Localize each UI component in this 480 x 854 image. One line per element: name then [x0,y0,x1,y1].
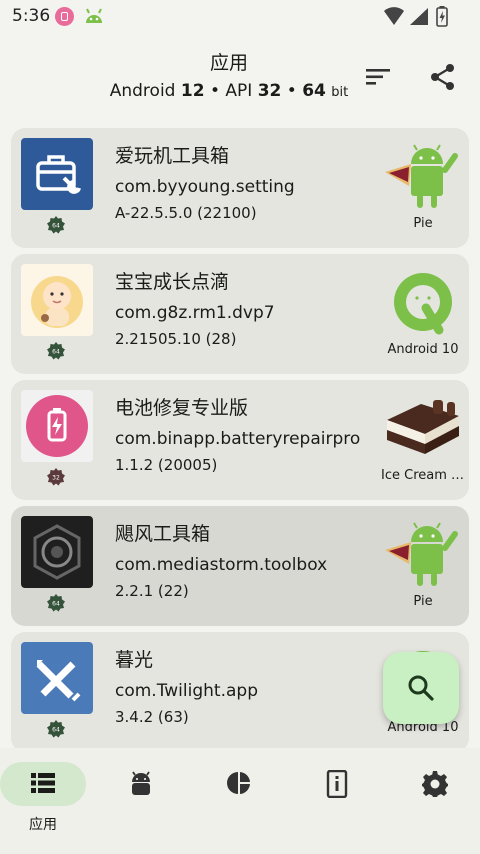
api-prefix: API [225,81,253,101]
package-name: com.binapp.batteryrepairpro [115,429,361,449]
nav-item-settings[interactable] [384,748,480,854]
target-sdk-label: Pie [413,594,433,609]
package-name: com.Twilight.app [115,681,258,701]
pie-chart-icon [227,772,250,794]
app-name: 飓风工具箱 [115,523,211,545]
app-version: 1.1.2 (20005) [115,456,218,474]
svg-text:64: 64 [52,601,60,608]
package-name: com.mediastorm.toolbox [115,555,328,575]
target-sdk-label: Ice Cream Sandwich [381,468,465,483]
nav-item-device-info[interactable] [288,748,384,854]
target-sdk-label: Android 10 [387,342,459,357]
app-list-item[interactable]: 64 爱玩机工具箱 com.byyoung.setting A-22.5.5.0… [11,128,469,248]
app-version: 2.2.1 (22) [115,582,189,600]
nav-item-android[interactable] [96,748,192,854]
baby-icon [21,264,93,336]
lens-icon [21,516,93,588]
status-bar: 5:36 [0,0,480,34]
device-info-icon [326,770,348,798]
search-icon [408,675,434,701]
app-name: 暮光 [115,649,154,671]
os-name: Android [109,81,176,101]
battery-icon [436,6,448,27]
app-version: 3.4.2 (63) [115,708,189,726]
wifi-icon [384,7,404,25]
status-time: 5:36 [12,6,51,26]
app-version: A-22.5.5.0 (22100) [115,204,257,222]
toolbox-icon [21,138,93,210]
package-name: com.g8z.rm1.dvp7 [115,303,275,323]
app-list-icon [31,773,55,793]
package-name: com.byyoung.setting [115,177,295,197]
abi-64-badge: 64 [47,594,65,612]
app-list-item[interactable]: 32 电池修复专业版 com.binapp.batteryrepairpro 1… [11,380,469,500]
app-list-item[interactable]: 64 宝宝成长点滴 com.g8z.rm1.dvp7 2.21505.10 (2… [11,254,469,374]
notification-app-icon [55,7,74,26]
share-icon[interactable] [428,62,458,92]
bits-value: 64 [302,81,326,101]
abi-64-badge: 64 [47,342,65,360]
abi-64-badge: 64 [47,216,65,234]
target-sdk-label: Pie [413,216,433,231]
nav-label: 应用 [29,817,57,833]
android-q-icon [394,273,452,335]
app-name: 宝宝成长点滴 [115,271,230,293]
svg-text:64: 64 [52,223,60,230]
android-pie-icon [385,522,458,586]
app-bar: 应用 Android 12 • API 32 • 64 bit [0,34,480,116]
svg-text:64: 64 [52,349,60,356]
android-head-icon [132,771,150,795]
sort-icon[interactable] [363,62,393,92]
abi-64-badge: 64 [47,720,65,738]
pencil-ruler-icon [21,642,93,714]
android-notification-icon [86,8,102,23]
android-pie-icon [385,144,458,208]
battery-app-icon [21,390,93,462]
ice-cream-sandwich-icon [387,400,459,454]
abi-32-badge: 32 [47,468,65,486]
api-level: 32 [257,81,282,101]
status-icons [384,6,448,27]
svg-text:64: 64 [52,727,60,734]
bottom-navigation: 应用 [0,748,480,854]
nav-item-statistics[interactable] [192,748,288,854]
svg-text:32: 32 [52,475,60,482]
separator-dot: • [209,81,220,101]
os-version: 12 [180,81,205,101]
signal-icon [410,8,428,25]
search-button[interactable] [383,652,459,724]
separator-dot: • [286,81,297,101]
bits-unit: bit [331,85,349,100]
gear-icon [422,771,448,797]
app-name: 电池修复专业版 [115,397,249,419]
app-list-item[interactable]: 64 飓风工具箱 com.mediastorm.toolbox 2.2.1 (2… [11,506,469,626]
app-version: 2.21505.10 (28) [115,330,237,348]
nav-item-apps[interactable]: 应用 [0,748,96,854]
app-name: 爱玩机工具箱 [115,145,230,167]
